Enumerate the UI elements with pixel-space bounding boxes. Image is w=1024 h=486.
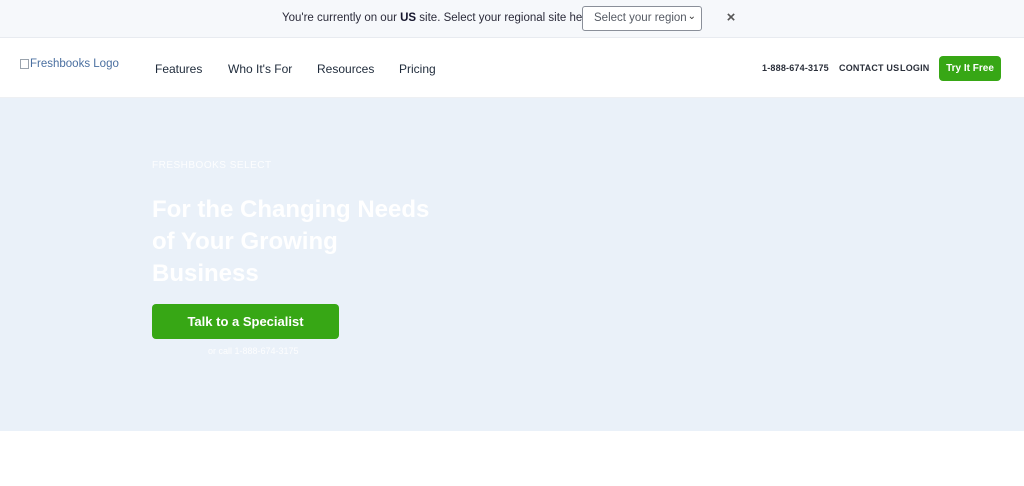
region-text-suffix: site. Select your regional site here: [416,12,596,24]
hero-eyebrow: FRESHBOOKS SELECT [152,160,272,171]
contact-us-link[interactable]: CONTACT US [839,63,899,73]
nav-item-who-its-for[interactable]: Who It's For [228,62,292,76]
try-it-free-button[interactable]: Try It Free [939,56,1001,81]
logo[interactable]: Freshbooks Logo [20,56,120,72]
nav-item-resources[interactable]: Resources [317,62,374,76]
region-text-strong: US [400,12,417,24]
region-text-prefix: You're currently on our [282,12,401,24]
region-banner: You're currently on our US site. Select … [0,0,1024,38]
hero-section: FRESHBOOKS SELECT For the Changing Needs… [0,98,1024,431]
cta-subtext: or call 1-888-674-3175 [208,346,299,356]
talk-to-specialist-button[interactable]: Talk to a Specialist [152,304,339,339]
site-header: Freshbooks Logo Features Who It's For Re… [0,38,1024,98]
region-select[interactable]: Select your region ⌄ [582,6,702,31]
region-select-value: Select your region [594,12,687,24]
nav-item-features[interactable]: Features [155,62,202,76]
nav-item-pricing[interactable]: Pricing [399,62,436,76]
chevron-down-icon: ⌄ [687,11,696,22]
broken-image-icon [20,59,29,69]
region-message: You're currently on our US site. Select … [282,12,596,24]
hero-title: For the Changing Needs of Your Growing B… [152,196,430,287]
phone-link[interactable]: 1-888-674-3175 [762,63,829,73]
logo-alt-text: Freshbooks Logo [30,58,119,70]
login-link[interactable]: LOGIN [900,63,930,73]
close-icon[interactable]: × [724,10,738,26]
